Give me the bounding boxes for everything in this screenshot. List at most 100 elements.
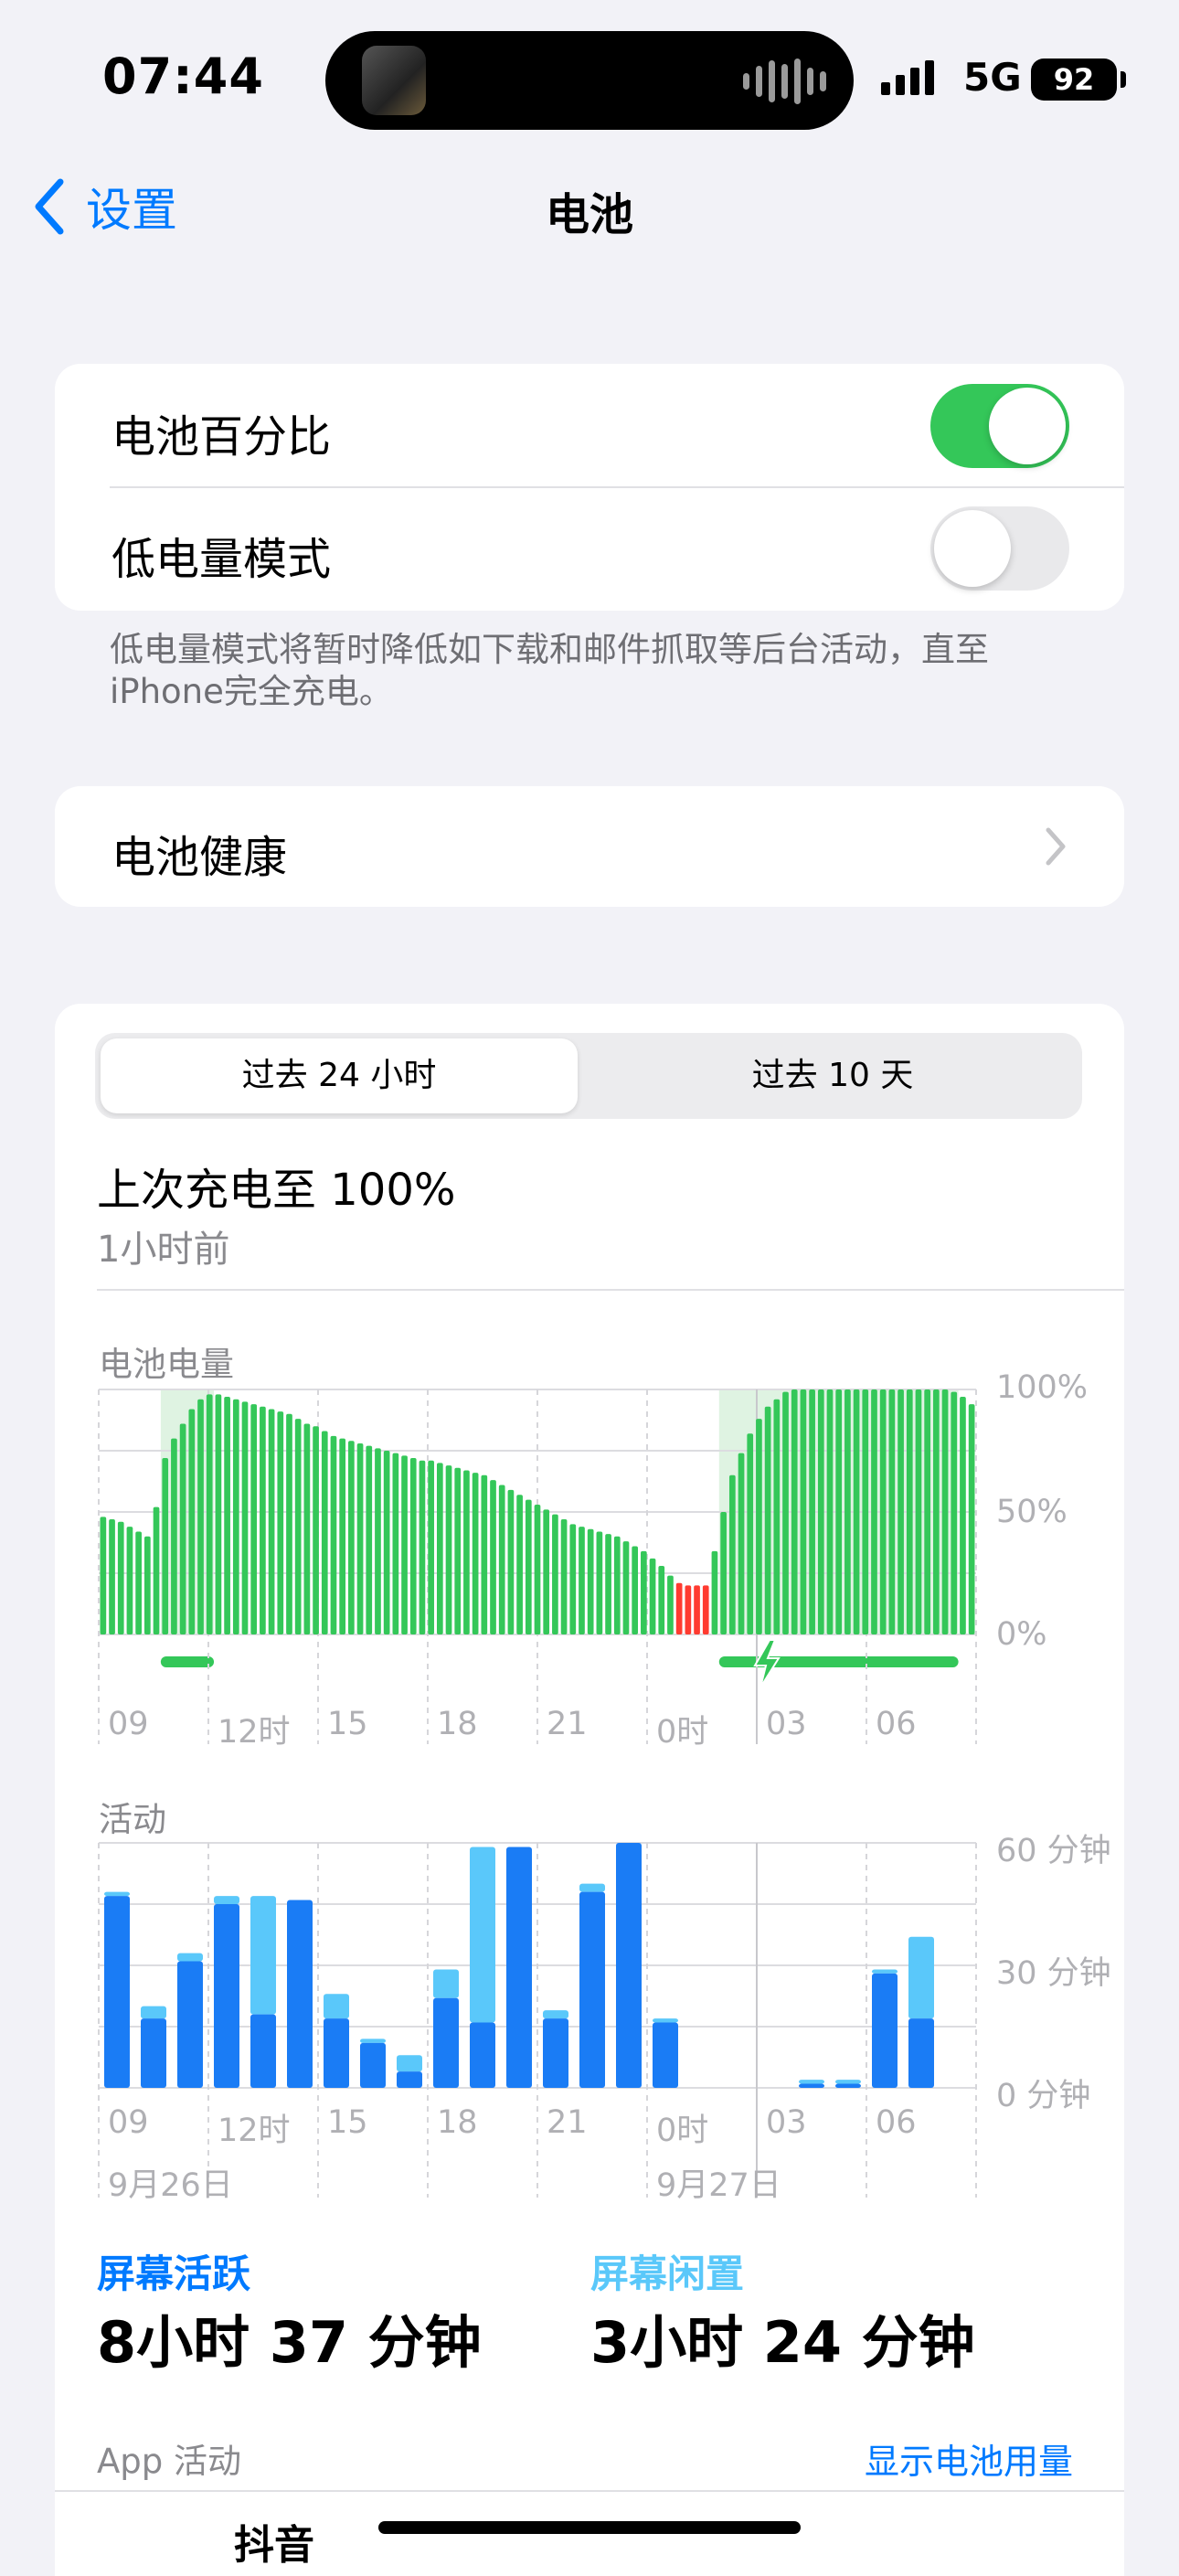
battery-level-bar [622,1541,630,1634]
battery-level-bar [392,1453,399,1634]
battery-level-bar [117,1521,124,1634]
battery-level-bar [277,1411,284,1634]
battery-level-bar [915,1389,922,1634]
x-tick-label: 12时 [218,1714,291,1751]
battery-level-bar [667,1575,674,1634]
battery-level-bar [933,1389,940,1634]
battery-level-bar [898,1389,904,1634]
screen-active-bar [177,1961,203,2088]
x-tick-label: 21 [547,1706,588,1742]
x-tick-label: 12时 [218,2113,291,2149]
battery-level-bar [445,1465,452,1634]
battery-level-bar [756,1419,762,1634]
screen-active-bar [543,2018,568,2088]
battery-level-bar [260,1406,266,1634]
battery-level-bar [126,1527,133,1634]
y-tick-label: 100% [996,1369,1089,1406]
y-tick-label: 30 分钟 [996,1955,1111,1992]
battery-level-bar [569,1524,577,1634]
battery-level-bar [516,1495,523,1634]
screen-active-value: 8小时 37 分钟 [97,2309,482,2376]
battery-level-bar [632,1546,639,1634]
x-tick-label: 06 [876,2104,917,2141]
screen-idle-bar [324,1994,349,2019]
battery-level-bar [383,1451,390,1634]
screen-idle-bar [177,1953,203,1962]
y-tick-label: 50% [996,1494,1067,1530]
screen-active-bar [104,1896,130,2088]
home-indicator[interactable] [378,2521,801,2534]
screen-idle-bar [908,1936,934,2019]
x-tick-label: 03 [766,1706,807,1742]
battery-level-bar [330,1435,337,1634]
battery-level-bar [924,1389,931,1634]
screen-idle-bar [141,2006,166,2019]
battery-level-bar [215,1394,222,1634]
battery-level-bar [428,1460,434,1634]
screen-active-bar [360,2042,386,2088]
show-battery-usage-link[interactable]: 显示电池用量 [865,2433,1073,2484]
battery-level-bar [401,1455,408,1634]
battery-level-bar [153,1506,160,1634]
screen-idle-bar [104,1891,130,1897]
screen-idle-bar [835,2080,861,2084]
battery-level-bar [853,1389,860,1634]
charging-bolt-icon [753,1639,781,1688]
battery-level-bar [862,1389,869,1634]
screen-active-bar [214,1904,239,2088]
screen-idle-value: 3小时 24 分钟 [590,2309,975,2376]
battery-level-bar [738,1453,745,1634]
battery-level-bar [375,1448,381,1634]
battery-level-bar [764,1406,771,1634]
screen-idle-bar [214,1896,239,1904]
battery-level-bar [366,1445,373,1634]
x-tick-label: 09 [108,1706,149,1742]
screen-active-bar [835,2083,861,2088]
battery-level-bar [728,1474,736,1634]
battery-level-bar [720,1512,727,1634]
battery-level-bar [321,1431,328,1634]
battery-level-bar [179,1423,186,1634]
battery-level-bar [906,1389,913,1634]
x-tick-label: 18 [437,2104,478,2141]
battery-level-bar [817,1389,824,1634]
battery-level-bar [809,1389,815,1634]
battery-level-bar [162,1458,169,1634]
screen-idle-bar [250,1896,276,2015]
battery-level-bar [871,1389,877,1634]
battery-level-bar [313,1426,319,1634]
battery-level-bar [747,1433,754,1634]
screen-active-bar [616,1843,642,2088]
screen-idle-bar [397,2055,422,2072]
battery-level-bar [472,1473,479,1634]
x-tick-label: 15 [327,2104,368,2141]
screen-active-label: 屏幕活跃 [97,2251,251,2296]
battery-level-bar [641,1550,647,1634]
x-tick-label: 15 [327,1706,368,1742]
battery-level-bar [303,1423,311,1634]
battery-level-bar [498,1485,505,1634]
battery-level-bar [100,1517,107,1634]
battery-level-bar [543,1509,550,1634]
battery-level-bar [419,1460,426,1634]
battery-level-bar [613,1536,621,1634]
battery-level-bar [481,1474,488,1634]
screen-active-bar [433,1997,459,2088]
battery-level-bar [339,1438,346,1634]
battery-level-bar [605,1534,611,1634]
screen-active-bar [141,2018,166,2088]
battery-level-bar [143,1536,151,1634]
battery-level-bar [490,1480,496,1634]
battery-level-bar [835,1389,843,1634]
app-activity-header: App 活动 [97,2442,242,2481]
x-tick-label: 0时 [656,2113,709,2149]
app-row-name[interactable]: 抖音 [234,2512,314,2571]
battery-level-bar [773,1399,781,1634]
y-tick-label: 60 分钟 [996,1833,1111,1869]
screen-idle-bar [872,1969,898,1974]
battery-level-bar [826,1389,834,1634]
battery-level-bar [356,1442,364,1634]
battery-level-bar [241,1401,249,1634]
battery-level-bar [675,1582,683,1634]
battery-level-bar [250,1404,258,1634]
